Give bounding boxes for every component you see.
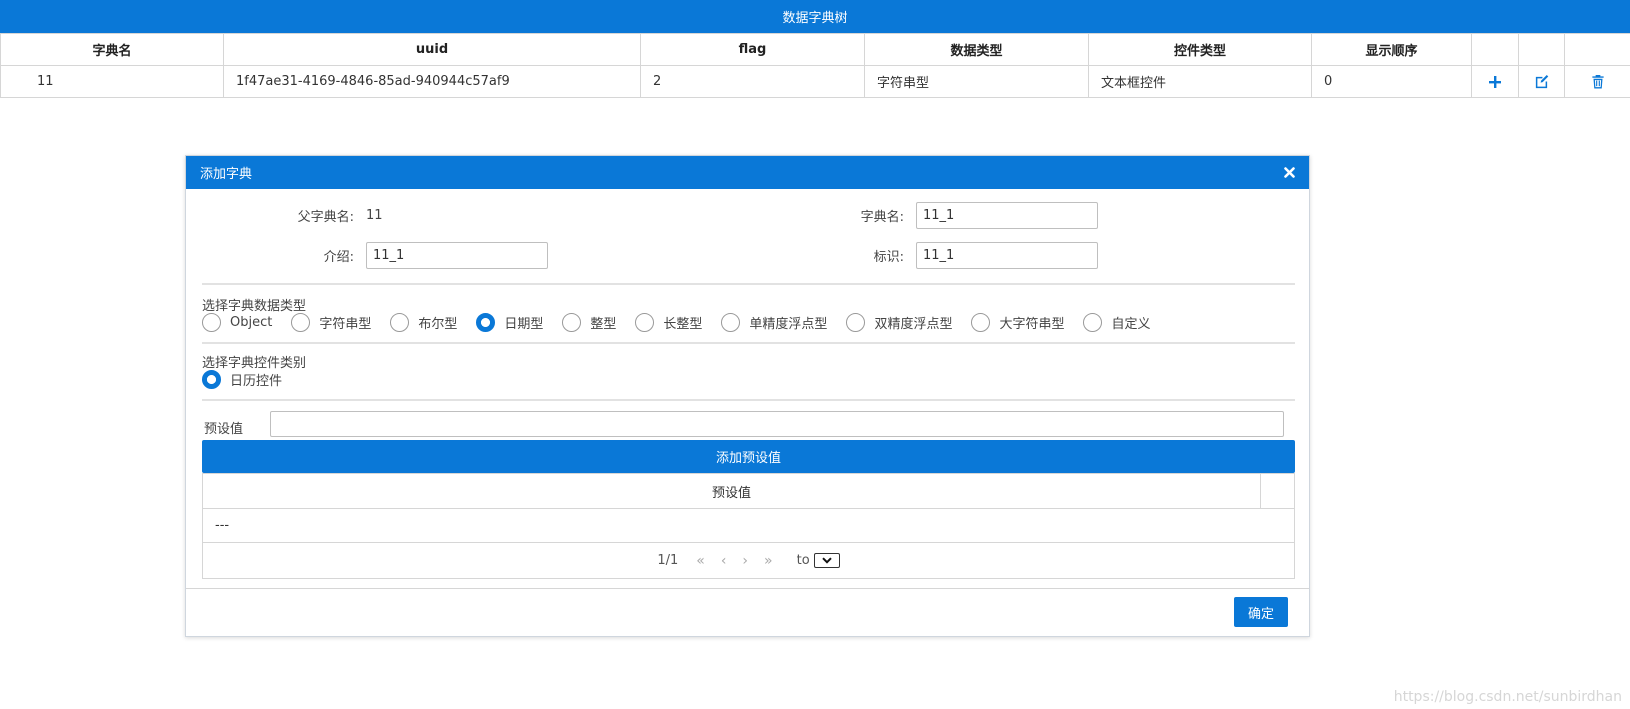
preset-table: 预设值 --- 1/1 « ‹ › » to (202, 473, 1295, 579)
divider (202, 342, 1295, 344)
app-title-bar: 数据字典树 (0, 0, 1630, 33)
add-preset-button[interactable]: 添加预设值 (202, 440, 1295, 473)
flag-input[interactable] (916, 242, 1098, 269)
radio-circle-icon (291, 313, 311, 332)
intro-input[interactable] (366, 242, 548, 269)
control-type-title: 选择字典控件类别 (202, 356, 307, 371)
close-button[interactable] (1281, 164, 1297, 180)
flag-row: 标识: (766, 242, 1098, 269)
col-header-action-3 (1564, 33, 1630, 66)
radio-integer[interactable]: 整型 (562, 313, 616, 332)
cell-name: 11 (0, 65, 224, 98)
col-header-action-1 (1471, 33, 1519, 66)
col-header-uuid: uuid (223, 33, 641, 66)
radio-string[interactable]: 字符串型 (291, 313, 371, 332)
parent-name-value: 11 (366, 208, 383, 223)
dialog-header: 添加字典 (186, 156, 1309, 189)
col-header-data-type: 数据类型 (864, 33, 1089, 66)
intro-label: 介绍: (323, 250, 354, 265)
edit-icon (1535, 74, 1549, 89)
add-dictionary-dialog: 添加字典 父字典名: 11 字典名: 介绍: 标识: 选择字典数据类型 Obje… (185, 155, 1310, 637)
radio-circle-icon (202, 313, 221, 332)
pagination: 1/1 « ‹ › » to (203, 543, 1294, 578)
delete-button[interactable] (1564, 65, 1630, 98)
edit-button[interactable] (1518, 65, 1565, 98)
radio-circle-icon (635, 313, 655, 332)
preset-label: 预设值 (204, 422, 244, 437)
col-header-flag: flag (640, 33, 865, 66)
cell-data-type: 字符串型 (864, 65, 1089, 98)
radio-circle-icon (721, 313, 741, 332)
radio-checked-icon (202, 370, 221, 389)
add-child-button[interactable] (1471, 65, 1519, 98)
radio-long[interactable]: 长整型 (635, 313, 702, 332)
dict-name-input[interactable] (916, 202, 1098, 229)
cell-order: 0 (1311, 65, 1472, 98)
flag-label: 标识: (873, 250, 904, 265)
cell-flag: 2 (640, 65, 865, 98)
trash-icon (1591, 74, 1604, 89)
preset-column-header: 预设值 (711, 485, 751, 501)
dict-name-label: 字典名: (860, 210, 904, 225)
dict-name-row: 字典名: (766, 202, 1098, 229)
col-header-name: 字典名 (0, 33, 224, 66)
data-type-radio-group: Object 字符串型 布尔型 日期型 整型 长整型 单精度浮点型 双精度浮点型… (202, 313, 1169, 332)
cell-uuid: 1f47ae31-4169-4846-85ad-940944c57af9 (223, 65, 641, 98)
goto-label: to (796, 553, 810, 568)
page-info: 1/1 (657, 553, 679, 568)
close-icon (1283, 166, 1295, 178)
divider (202, 283, 1295, 285)
parent-name-label: 父字典名: (297, 210, 354, 225)
table-row: 11 1f47ae31-4169-4846-85ad-940944c57af9 … (0, 65, 1630, 98)
radio-checked-icon (476, 313, 496, 332)
col-header-order: 显示顺序 (1311, 33, 1472, 66)
radio-large-string[interactable]: 大字符串型 (971, 313, 1064, 332)
prev-page-button[interactable]: ‹ (721, 553, 727, 569)
app-title: 数据字典树 (782, 11, 848, 26)
table-row: --- (203, 509, 1294, 543)
page-select[interactable] (813, 553, 840, 568)
col-header-action-2 (1518, 33, 1565, 66)
radio-calendar-control[interactable]: 日历控件 (202, 370, 282, 389)
table-header-row: 字典名 uuid flag 数据类型 控件类型 显示顺序 (0, 33, 1630, 66)
plus-icon (1489, 75, 1501, 88)
dialog-title: 添加字典 (200, 167, 253, 182)
radio-circle-icon (390, 313, 410, 332)
chevron-down-icon (821, 557, 832, 564)
parent-name-row: 父字典名: 11 (186, 202, 383, 229)
divider (202, 399, 1295, 401)
cell-control-type: 文本框控件 (1088, 65, 1312, 98)
dialog-footer-divider (186, 588, 1309, 589)
control-type-radio-group: 日历控件 (202, 370, 301, 389)
last-page-button[interactable]: » (764, 553, 773, 569)
radio-circle-icon (562, 313, 582, 332)
radio-object[interactable]: Object (202, 313, 272, 332)
radio-double[interactable]: 双精度浮点型 (846, 313, 952, 332)
preset-table-header: 预设值 (203, 474, 1294, 509)
radio-float[interactable]: 单精度浮点型 (721, 313, 827, 332)
radio-circle-icon (1083, 313, 1103, 332)
preset-action-column-header (1260, 474, 1294, 508)
watermark: https://blog.csdn.net/sunbirdhan (1393, 689, 1622, 705)
intro-row: 介绍: (186, 242, 548, 269)
col-header-control-type: 控件类型 (1088, 33, 1312, 66)
radio-custom[interactable]: 自定义 (1083, 313, 1150, 332)
dictionary-table: 字典名 uuid flag 数据类型 控件类型 显示顺序 11 1f47ae31… (0, 33, 1630, 98)
next-page-button[interactable]: › (742, 553, 748, 569)
radio-circle-icon (971, 313, 991, 332)
radio-date[interactable]: 日期型 (476, 313, 543, 332)
radio-boolean[interactable]: 布尔型 (390, 313, 457, 332)
radio-circle-icon (846, 313, 866, 332)
data-type-title: 选择字典数据类型 (202, 299, 307, 314)
first-page-button[interactable]: « (696, 553, 705, 569)
preset-input[interactable] (270, 411, 1284, 437)
confirm-button[interactable]: 确定 (1234, 597, 1288, 627)
